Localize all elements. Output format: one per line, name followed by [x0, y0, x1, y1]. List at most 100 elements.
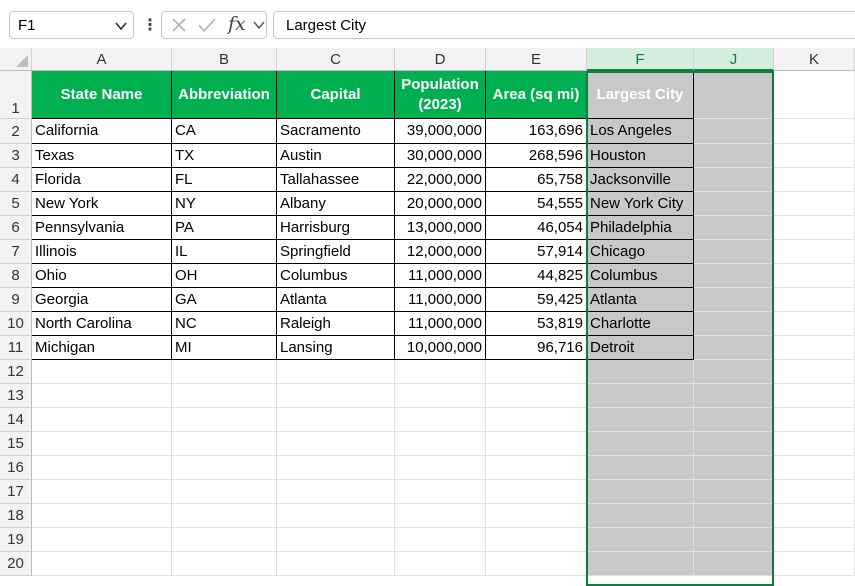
table-cell[interactable]: 13,000,000 — [395, 216, 486, 240]
cell-k7[interactable] — [774, 240, 855, 264]
table-cell[interactable]: New York City — [587, 192, 694, 216]
table-header-cell[interactable]: Area (sq mi) — [486, 71, 587, 119]
cell-j11[interactable] — [694, 336, 774, 360]
table-cell[interactable]: Philadelphia — [587, 216, 694, 240]
cell-c20[interactable] — [277, 552, 395, 576]
cell-j3[interactable] — [694, 144, 774, 168]
table-cell[interactable]: 54,555 — [486, 192, 587, 216]
table-cell[interactable]: Albany — [277, 192, 395, 216]
row-header-8[interactable]: 8 — [0, 264, 32, 288]
cell-b14[interactable] — [172, 408, 277, 432]
cell-k8[interactable] — [774, 264, 855, 288]
cell-e18[interactable] — [486, 504, 587, 528]
chevron-down-icon[interactable] — [114, 20, 128, 32]
insert-function-icon[interactable]: fx — [228, 13, 246, 35]
table-header-cell[interactable]: Population (2023) — [395, 71, 486, 119]
cell-k3[interactable] — [774, 144, 855, 168]
cell-j10[interactable] — [694, 312, 774, 336]
cell-c19[interactable] — [277, 528, 395, 552]
cell-a12[interactable] — [32, 360, 172, 384]
cell-f12[interactable] — [587, 360, 694, 384]
table-cell[interactable]: 57,914 — [486, 240, 587, 264]
table-header-cell[interactable]: State Name — [32, 71, 172, 119]
cell-k1[interactable] — [774, 71, 855, 119]
cell-k14[interactable] — [774, 408, 855, 432]
table-cell[interactable]: Detroit — [587, 336, 694, 360]
cell-f15[interactable] — [587, 432, 694, 456]
cell-j7[interactable] — [694, 240, 774, 264]
column-header-a[interactable]: A — [32, 48, 172, 71]
table-cell[interactable]: Raleigh — [277, 312, 395, 336]
more-icon[interactable]: ⋮ — [142, 14, 158, 36]
column-header-k[interactable]: K — [774, 48, 855, 71]
cell-e14[interactable] — [486, 408, 587, 432]
cell-b15[interactable] — [172, 432, 277, 456]
cell-j13[interactable] — [694, 384, 774, 408]
cell-c15[interactable] — [277, 432, 395, 456]
name-box[interactable]: F1 — [9, 11, 134, 39]
cancel-icon[interactable] — [170, 16, 188, 34]
cell-b17[interactable] — [172, 480, 277, 504]
cell-e13[interactable] — [486, 384, 587, 408]
cell-c18[interactable] — [277, 504, 395, 528]
cell-j8[interactable] — [694, 264, 774, 288]
cell-k15[interactable] — [774, 432, 855, 456]
cell-j1[interactable] — [694, 71, 774, 119]
cell-a14[interactable] — [32, 408, 172, 432]
row-header-11[interactable]: 11 — [0, 336, 32, 360]
cell-a13[interactable] — [32, 384, 172, 408]
table-cell[interactable]: 65,758 — [486, 168, 587, 192]
cell-j9[interactable] — [694, 288, 774, 312]
table-cell[interactable]: GA — [172, 288, 277, 312]
cell-d20[interactable] — [395, 552, 486, 576]
row-header-19[interactable]: 19 — [0, 528, 32, 552]
cell-e12[interactable] — [486, 360, 587, 384]
cell-j6[interactable] — [694, 216, 774, 240]
cell-k11[interactable] — [774, 336, 855, 360]
table-cell[interactable]: Pennsylvania — [32, 216, 172, 240]
cell-k16[interactable] — [774, 456, 855, 480]
cell-j12[interactable] — [694, 360, 774, 384]
cell-j19[interactable] — [694, 528, 774, 552]
column-header-b[interactable]: B — [172, 48, 277, 71]
cell-e20[interactable] — [486, 552, 587, 576]
table-cell[interactable]: Atlanta — [587, 288, 694, 312]
cell-k17[interactable] — [774, 480, 855, 504]
cell-b18[interactable] — [172, 504, 277, 528]
cell-f16[interactable] — [587, 456, 694, 480]
table-cell[interactable]: Austin — [277, 144, 395, 168]
cell-k19[interactable] — [774, 528, 855, 552]
cell-j18[interactable] — [694, 504, 774, 528]
cell-e19[interactable] — [486, 528, 587, 552]
table-cell[interactable]: CA — [172, 119, 277, 144]
table-cell[interactable]: Springfield — [277, 240, 395, 264]
cell-c17[interactable] — [277, 480, 395, 504]
cell-f14[interactable] — [587, 408, 694, 432]
table-cell[interactable]: 30,000,000 — [395, 144, 486, 168]
table-cell[interactable]: Ohio — [32, 264, 172, 288]
table-cell[interactable]: California — [32, 119, 172, 144]
table-header-cell[interactable]: Capital — [277, 71, 395, 119]
row-header-7[interactable]: 7 — [0, 240, 32, 264]
cell-j5[interactable] — [694, 192, 774, 216]
table-cell[interactable]: Columbus — [277, 264, 395, 288]
table-cell[interactable]: Jacksonville — [587, 168, 694, 192]
cell-j2[interactable] — [694, 119, 774, 144]
column-header-e[interactable]: E — [486, 48, 587, 71]
cell-d17[interactable] — [395, 480, 486, 504]
cell-f17[interactable] — [587, 480, 694, 504]
cell-k2[interactable] — [774, 119, 855, 144]
table-cell[interactable]: 44,825 — [486, 264, 587, 288]
row-header-6[interactable]: 6 — [0, 216, 32, 240]
cell-d18[interactable] — [395, 504, 486, 528]
cell-k6[interactable] — [774, 216, 855, 240]
table-cell[interactable]: 20,000,000 — [395, 192, 486, 216]
table-cell[interactable]: New York — [32, 192, 172, 216]
cell-e17[interactable] — [486, 480, 587, 504]
table-cell[interactable]: Florida — [32, 168, 172, 192]
table-cell[interactable]: 53,819 — [486, 312, 587, 336]
table-cell[interactable]: 268,596 — [486, 144, 587, 168]
table-cell[interactable]: Columbus — [587, 264, 694, 288]
table-cell[interactable]: Chicago — [587, 240, 694, 264]
cell-k18[interactable] — [774, 504, 855, 528]
